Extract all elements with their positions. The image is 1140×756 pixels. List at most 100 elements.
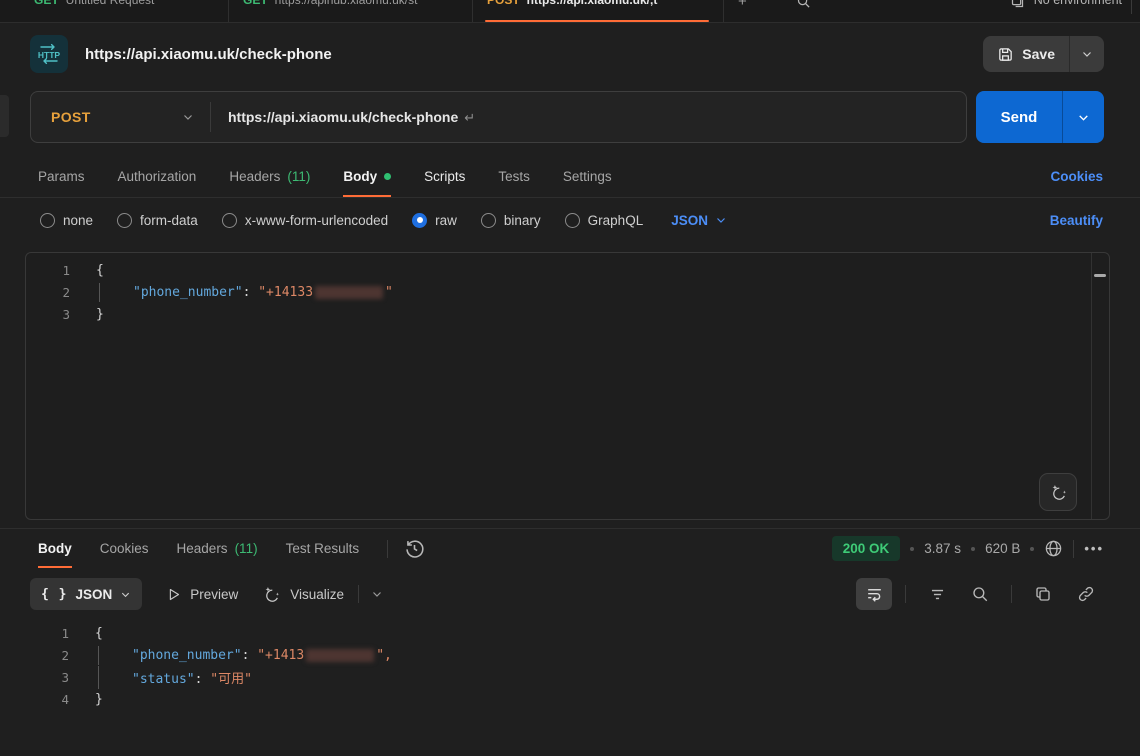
response-size[interactable]: 620 B bbox=[985, 541, 1020, 556]
separator-dot bbox=[971, 547, 975, 551]
code-token: "可用" bbox=[210, 672, 252, 687]
code-line: 2"phone_number": "+14133" bbox=[26, 281, 1109, 303]
globe-icon[interactable] bbox=[1044, 539, 1063, 558]
search-icon[interactable] bbox=[796, 0, 811, 9]
chevron-down-icon bbox=[182, 111, 194, 123]
save-button[interactable]: Save bbox=[983, 36, 1069, 72]
editor-scrollbar[interactable] bbox=[1091, 253, 1109, 519]
tab-params[interactable]: Params bbox=[38, 156, 85, 197]
code-content: "phone_number": "+14133" bbox=[70, 285, 393, 300]
chevron-down-icon bbox=[120, 589, 131, 600]
radio-circle bbox=[40, 213, 55, 228]
radio-circle bbox=[222, 213, 237, 228]
code-line: 3"status": "可用" bbox=[25, 666, 1110, 688]
response-tab-test-results[interactable]: Test Results bbox=[286, 529, 360, 568]
code-token: { bbox=[95, 626, 103, 641]
response-history-icon[interactable] bbox=[404, 538, 425, 559]
method-badge: GET bbox=[34, 0, 59, 7]
braces-icon: { } bbox=[41, 587, 67, 602]
format-value: JSON bbox=[75, 587, 112, 602]
ai-assist-button[interactable] bbox=[1039, 473, 1077, 511]
divider bbox=[1073, 540, 1074, 558]
request-tab-2[interactable]: GET https://apihub.xiaomu.uk/st bbox=[229, 0, 473, 22]
code-content: "status": "可用" bbox=[69, 668, 252, 687]
copy-icon[interactable] bbox=[1025, 578, 1061, 610]
radio-graphql[interactable]: GraphQL bbox=[565, 213, 644, 228]
environment-selector[interactable]: No environment bbox=[1034, 0, 1122, 7]
send-options-button[interactable] bbox=[1062, 91, 1104, 143]
search-response-icon[interactable] bbox=[962, 578, 998, 610]
sidebar-handle[interactable] bbox=[0, 95, 9, 137]
divider bbox=[905, 585, 906, 603]
tab-settings[interactable]: Settings bbox=[563, 156, 612, 197]
method-selector[interactable]: POST bbox=[31, 102, 211, 132]
code-content: { bbox=[70, 263, 104, 278]
request-body-editor[interactable]: 1{2"phone_number": "+14133"3} bbox=[25, 252, 1110, 520]
filter-icon[interactable] bbox=[919, 578, 955, 610]
redacted-value bbox=[306, 649, 374, 662]
divider bbox=[1011, 585, 1012, 603]
radio-raw-selected[interactable]: raw bbox=[412, 213, 457, 228]
divider bbox=[0, 197, 1140, 198]
radio-none[interactable]: none bbox=[40, 213, 93, 228]
send-button[interactable]: Send bbox=[976, 91, 1062, 143]
tab-authorization[interactable]: Authorization bbox=[118, 156, 197, 197]
body-modified-dot bbox=[384, 173, 391, 180]
response-code-lines: 1 {2"phone_number": "+1413",3"status": "可… bbox=[25, 614, 1110, 710]
separator-dot bbox=[910, 547, 914, 551]
status-badge[interactable]: 200 OK bbox=[832, 536, 901, 561]
language-selector[interactable]: JSON bbox=[671, 213, 727, 228]
line-number: 2 bbox=[26, 285, 70, 300]
code-token: "phone_number" bbox=[133, 285, 243, 300]
cookies-link[interactable]: Cookies bbox=[1050, 156, 1103, 197]
code-line: 2"phone_number": "+1413", bbox=[25, 644, 1110, 666]
tab-body[interactable]: Body bbox=[343, 156, 391, 197]
code-token: : bbox=[243, 285, 259, 300]
api-client-window: GET Untitled Request GET https://apihub.… bbox=[0, 0, 1140, 756]
code-token: "+1413 bbox=[257, 648, 304, 663]
radio-circle bbox=[412, 213, 427, 228]
response-tab-headers[interactable]: Headers(11) bbox=[177, 529, 258, 568]
visualize-button[interactable]: Visualize bbox=[262, 585, 344, 604]
line-number: 1 bbox=[25, 626, 69, 641]
link-icon[interactable] bbox=[1068, 578, 1104, 610]
preview-button[interactable]: Preview bbox=[166, 587, 238, 602]
tab-title: https://apihub.xiaomu.uk/st bbox=[275, 0, 418, 7]
radio-x-www-form-urlencoded[interactable]: x-www-form-urlencoded bbox=[222, 213, 388, 228]
code-token: } bbox=[96, 307, 104, 322]
url-bar: POST https://api.xiaomu.uk/check-phone↵ … bbox=[30, 91, 1104, 143]
wrap-text-button[interactable] bbox=[856, 578, 892, 610]
chevron-down-icon bbox=[1081, 48, 1093, 60]
request-code-lines: 1{2"phone_number": "+14133"3} bbox=[26, 253, 1109, 325]
tab-tests[interactable]: Tests bbox=[498, 156, 530, 197]
code-content: } bbox=[69, 692, 103, 707]
response-tab-body[interactable]: Body bbox=[38, 529, 72, 568]
radio-circle bbox=[565, 213, 580, 228]
tab-scripts[interactable]: Scripts bbox=[424, 156, 465, 197]
request-tab-3-active[interactable]: POST https://api.xiaomu.uk/,t bbox=[473, 0, 724, 22]
sparkle-icon bbox=[262, 585, 281, 604]
code-token: } bbox=[95, 692, 103, 707]
divider bbox=[1131, 0, 1132, 14]
line-number: 1 bbox=[26, 263, 70, 278]
code-line: 3} bbox=[26, 303, 1109, 325]
beautify-link[interactable]: Beautify bbox=[1050, 213, 1103, 228]
code-line: 1{ bbox=[26, 259, 1109, 281]
headers-count: (11) bbox=[235, 541, 258, 556]
url-input-container: POST https://api.xiaomu.uk/check-phone↵ bbox=[30, 91, 967, 143]
response-time[interactable]: 3.87 s bbox=[924, 541, 961, 556]
radio-binary[interactable]: binary bbox=[481, 213, 541, 228]
save-options-button[interactable] bbox=[1069, 36, 1104, 72]
request-tab-1[interactable]: GET Untitled Request bbox=[20, 0, 229, 22]
radio-form-data[interactable]: form-data bbox=[117, 213, 198, 228]
more-options-icon[interactable]: ••• bbox=[1084, 541, 1104, 556]
url-input[interactable]: https://api.xiaomu.uk/check-phone↵ bbox=[211, 109, 475, 126]
scrollbar-thumb[interactable] bbox=[1094, 274, 1106, 277]
tab-headers[interactable]: Headers(11) bbox=[229, 156, 310, 197]
response-format-selector[interactable]: { } JSON bbox=[30, 578, 142, 610]
response-body-editor[interactable]: 1 {2"phone_number": "+1413",3"status": "可… bbox=[25, 614, 1110, 756]
new-tab-button[interactable]: + bbox=[738, 0, 747, 10]
response-tab-cookies[interactable]: Cookies bbox=[100, 529, 149, 568]
environment-icon bbox=[1010, 0, 1025, 9]
visualize-options[interactable] bbox=[358, 585, 383, 603]
